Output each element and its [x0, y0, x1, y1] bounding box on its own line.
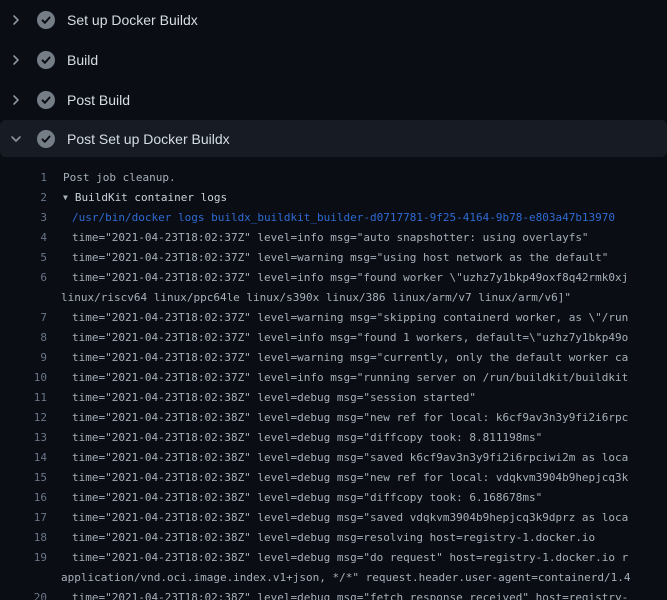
chevron-right-icon [8, 92, 24, 108]
step-row-post-build[interactable]: Post Build [0, 80, 667, 120]
log-line: 12time="2021-04-23T18:02:38Z" level=debu… [0, 408, 667, 428]
log-text: time="2021-04-23T18:02:38Z" level=debug … [47, 528, 595, 548]
log-text: time="2021-04-23T18:02:37Z" level=info m… [47, 268, 628, 288]
log-line-number[interactable]: 11 [0, 388, 47, 408]
log-line: 5time="2021-04-23T18:02:37Z" level=warni… [0, 248, 667, 268]
log-line: 3/usr/bin/docker logs buildx_buildkit_bu… [0, 208, 667, 228]
log-line: application/vnd.oci.image.index.v1+json,… [0, 568, 667, 588]
log-line: 13time="2021-04-23T18:02:38Z" level=debu… [0, 428, 667, 448]
log-line: 20time="2021-04-23T18:02:38Z" level=debu… [0, 588, 667, 600]
status-check-icon [37, 91, 55, 109]
chevron-right-icon [8, 12, 24, 28]
log-line: 17time="2021-04-23T18:02:38Z" level=debu… [0, 508, 667, 528]
log-line: 15time="2021-04-23T18:02:38Z" level=debu… [0, 468, 667, 488]
group-toggle-icon[interactable]: ▼ [63, 188, 68, 208]
log-text: Post job cleanup. [47, 168, 176, 188]
log-text: time="2021-04-23T18:02:38Z" level=debug … [47, 448, 628, 468]
log-line: 8time="2021-04-23T18:02:37Z" level=info … [0, 328, 667, 348]
log-group-header[interactable]: ▼BuildKit container logs [47, 188, 227, 208]
log-line: 9time="2021-04-23T18:02:37Z" level=warni… [0, 348, 667, 368]
log-line-number[interactable]: 6 [0, 268, 47, 288]
step-row-set-up-docker-buildx[interactable]: Set up Docker Buildx [0, 0, 667, 40]
log-line-number[interactable]: 18 [0, 528, 47, 548]
step-label: Post Build [67, 93, 130, 107]
log-line-number [0, 288, 47, 308]
log-line-number[interactable]: 9 [0, 348, 47, 368]
log-line: 7time="2021-04-23T18:02:37Z" level=warni… [0, 308, 667, 328]
log-line: linux/riscv64 linux/ppc64le linux/s390x … [0, 288, 667, 308]
log-line-number[interactable]: 4 [0, 228, 47, 248]
log-text: time="2021-04-23T18:02:37Z" level=info m… [47, 328, 628, 348]
chevron-down-icon [8, 131, 24, 147]
log-text: time="2021-04-23T18:02:38Z" level=debug … [47, 508, 628, 528]
log-line-number[interactable]: 16 [0, 488, 47, 508]
status-check-icon [37, 11, 55, 29]
log-line: 16time="2021-04-23T18:02:38Z" level=debu… [0, 488, 667, 508]
log-line: 11time="2021-04-23T18:02:38Z" level=debu… [0, 388, 667, 408]
log-line-number[interactable]: 1 [0, 168, 47, 188]
step-row-build[interactable]: Build [0, 40, 667, 80]
log-line: 2▼BuildKit container logs [0, 188, 667, 208]
log-line: 1Post job cleanup. [0, 168, 667, 188]
log-line-number[interactable]: 8 [0, 328, 47, 348]
log-line-number[interactable]: 19 [0, 548, 47, 568]
log-line-number[interactable]: 10 [0, 368, 47, 388]
log-line: 14time="2021-04-23T18:02:38Z" level=debu… [0, 448, 667, 468]
log-line-number[interactable]: 20 [0, 588, 47, 600]
step-row-post-set-up-docker-buildx[interactable]: Post Set up Docker Buildx [0, 120, 667, 157]
log-line-number[interactable]: 17 [0, 508, 47, 528]
log-text: time="2021-04-23T18:02:38Z" level=debug … [47, 588, 628, 600]
log-line-number[interactable]: 3 [0, 208, 47, 228]
log-line-number[interactable]: 15 [0, 468, 47, 488]
log-text: time="2021-04-23T18:02:37Z" level=warnin… [47, 248, 608, 268]
log-text: linux/riscv64 linux/ppc64le linux/s390x … [47, 288, 571, 308]
log-line: 18time="2021-04-23T18:02:38Z" level=debu… [0, 528, 667, 548]
log-text: time="2021-04-23T18:02:38Z" level=debug … [47, 488, 542, 508]
log-line-number[interactable]: 7 [0, 308, 47, 328]
log-line-number[interactable]: 2 [0, 188, 47, 208]
step-label: Build [67, 53, 98, 67]
log-text: time="2021-04-23T18:02:38Z" level=debug … [47, 388, 476, 408]
status-check-icon [37, 130, 55, 148]
status-check-icon [37, 51, 55, 69]
log-line: 4time="2021-04-23T18:02:37Z" level=info … [0, 228, 667, 248]
log-viewer: 1Post job cleanup.2▼BuildKit container l… [0, 157, 667, 600]
log-line: 6time="2021-04-23T18:02:37Z" level=info … [0, 268, 667, 288]
steps-list: Set up Docker Buildx Build Post Build Post … [0, 0, 667, 157]
log-line-number[interactable]: 13 [0, 428, 47, 448]
log-line: 10time="2021-04-23T18:02:37Z" level=info… [0, 368, 667, 388]
log-command-text: /usr/bin/docker logs buildx_buildkit_bui… [47, 208, 615, 228]
log-text: time="2021-04-23T18:02:38Z" level=debug … [47, 408, 628, 428]
log-text: application/vnd.oci.image.index.v1+json,… [47, 568, 631, 588]
log-text: time="2021-04-23T18:02:37Z" level=warnin… [47, 348, 628, 368]
chevron-right-icon [8, 52, 24, 68]
log-text: time="2021-04-23T18:02:38Z" level=debug … [47, 468, 628, 488]
log-line-number[interactable]: 5 [0, 248, 47, 268]
log-line: 19time="2021-04-23T18:02:38Z" level=debu… [0, 548, 667, 568]
log-line-number [0, 568, 47, 588]
log-text: time="2021-04-23T18:02:37Z" level=info m… [47, 368, 628, 388]
log-line-number[interactable]: 12 [0, 408, 47, 428]
step-label: Set up Docker Buildx [67, 13, 198, 27]
log-text: time="2021-04-23T18:02:37Z" level=warnin… [47, 308, 628, 328]
step-label: Post Set up Docker Buildx [67, 132, 230, 146]
log-text: time="2021-04-23T18:02:38Z" level=debug … [47, 548, 628, 568]
log-text: time="2021-04-23T18:02:37Z" level=info m… [47, 228, 589, 248]
log-text: time="2021-04-23T18:02:38Z" level=debug … [47, 428, 542, 448]
log-line-number[interactable]: 14 [0, 448, 47, 468]
